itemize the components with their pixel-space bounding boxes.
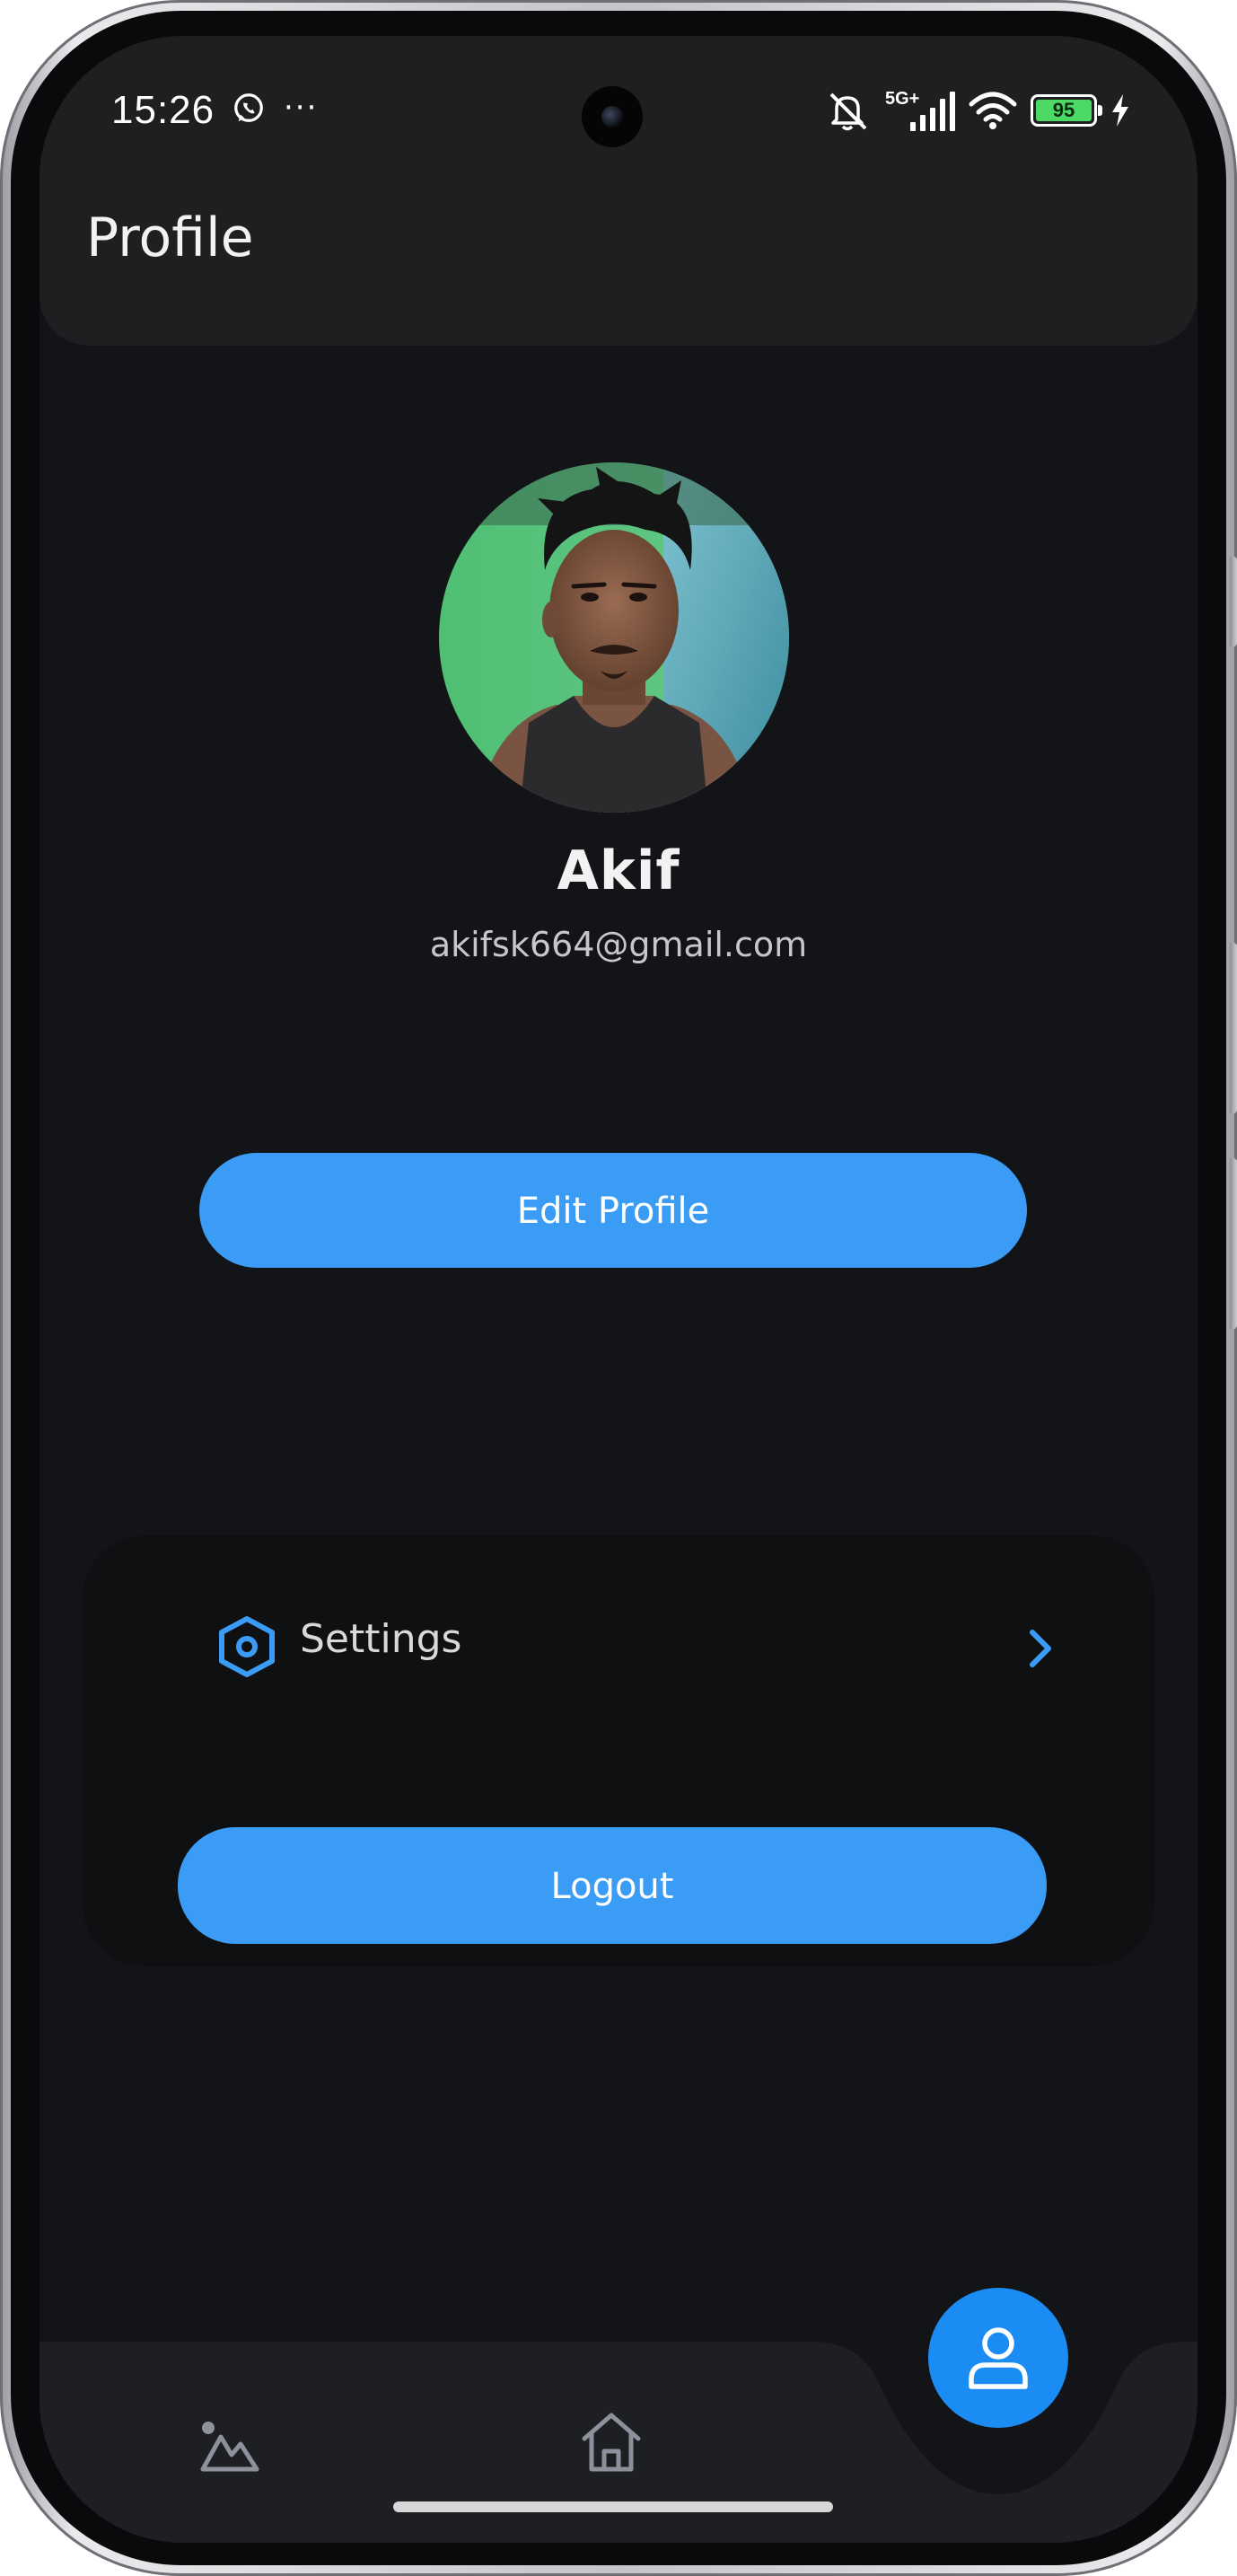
edit-profile-button[interactable]: Edit Profile [199,1153,1027,1268]
wifi-icon [969,92,1017,129]
power-button [1230,1158,1237,1329]
mute-icon [829,92,867,131]
avatar[interactable] [439,462,789,813]
home-icon[interactable] [579,2410,644,2475]
whatsapp-icon [234,93,263,122]
screen: Profile 15:26 ··· 5G+ 95 Akif akifsk664@… [39,36,1198,2543]
settings-hex-icon [219,1616,275,1677]
more-dots-icon: ··· [284,90,319,126]
front-camera [582,86,643,147]
volume-up-button [1230,943,1237,1113]
profile-icon [969,2327,1028,2389]
settings-menu-item[interactable]: Settings [145,1589,1083,1697]
gallery-icon[interactable] [199,2417,260,2475]
user-email: akifsk664@gmail.com [429,925,808,964]
settings-label: Settings [300,1616,462,1662]
home-indicator[interactable] [393,2501,833,2512]
chevron-right-icon [1030,1630,1051,1667]
charging-icon [1112,94,1128,127]
network-type-label: 5G+ [885,89,919,109]
action-button [1230,557,1237,646]
page-title: Profile [86,207,254,269]
avatar-photo [439,462,789,813]
status-time: 15:26 [111,88,215,132]
status-icons: 5G+ 95 [824,88,1131,133]
signal-icon: 5G+ [885,89,955,131]
profile-nav-fab[interactable] [928,2288,1068,2428]
status-bar: 15:26 ··· 5G+ 95 [39,36,1198,153]
battery-level: 95 [1036,100,1092,121]
logout-button[interactable]: Logout [178,1827,1047,1944]
user-name: Akif [557,840,680,902]
settings-card: Settings Logout [83,1535,1154,1966]
battery-icon: 95 [1031,94,1102,127]
